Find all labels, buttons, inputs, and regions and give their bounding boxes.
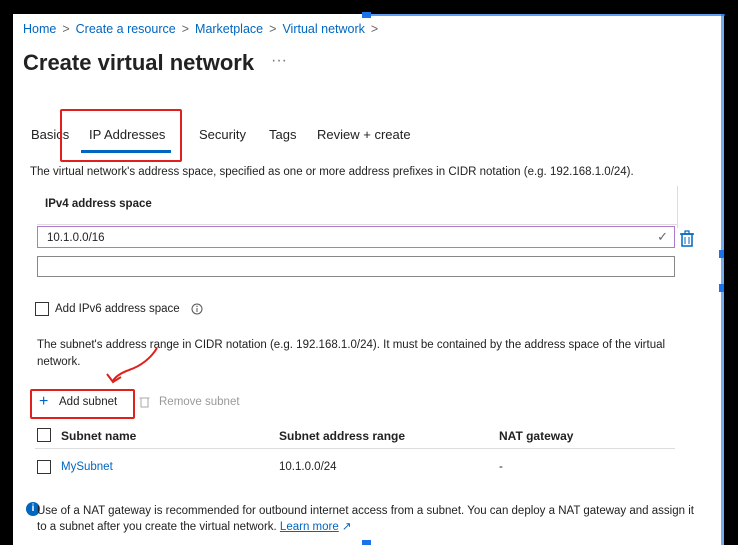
more-options-button[interactable]: ··· [271,52,287,70]
tab-tags[interactable]: Tags [269,127,296,142]
table-divider [677,186,678,228]
table-header-divider [35,448,675,449]
ipv6-label: Add IPv6 address space [55,303,180,315]
breadcrumb: Home > Create a resource > Marketplace > Virtu… [23,22,384,36]
ipv4-address-value: 10.1.0.0/16 [47,232,105,244]
nat-info-text: Use of a NAT gateway is recommended for … [37,505,694,533]
subnet-nat: - [499,461,503,473]
subnet-name-link[interactable]: MySubnet [61,461,113,473]
breadcrumb-sep: > [370,22,379,36]
col-subnet-name: Subnet name [61,429,137,443]
nat-info-note: Use of a NAT gateway is recommended for … [37,503,697,535]
annotation-arrow-icon [106,347,158,384]
create-vnet-page: Home > Create a resource > Marketplace > Virtu… [13,14,724,545]
subnet-range: 10.1.0.0/24 [279,461,337,473]
breadcrumb-marketplace[interactable]: Marketplace [195,22,263,36]
ipv4-table-header: IPv4 address space [37,198,677,225]
info-icon[interactable] [191,303,203,315]
breadcrumb-sep: > [269,22,277,36]
select-all-checkbox[interactable] [37,428,51,442]
ipv4-address-input[interactable]: 10.1.0.0/16 ✓ [37,226,675,248]
breadcrumb-sep: > [62,22,70,36]
external-link-icon: ↗ [338,521,352,533]
page-title: Create virtual network [23,50,255,75]
selection-handle [719,284,724,292]
checkmark-icon: ✓ [657,229,668,244]
breadcrumb-home[interactable]: Home [23,22,56,36]
col-address-range: Subnet address range [279,429,406,443]
add-icon[interactable]: + [39,393,48,411]
breadcrumb-sep: > [181,22,190,36]
learn-more-link[interactable]: Learn more [280,521,339,533]
delete-icon[interactable] [679,230,695,248]
address-space-description: The virtual network's address space, spe… [30,166,634,178]
col-nat-gateway: NAT gateway [499,429,574,443]
annotation-box-tab [60,109,182,162]
tab-security[interactable]: Security [199,127,246,142]
remove-subnet-button[interactable]: Remove subnet [159,396,240,408]
selection-handle [362,540,371,545]
selection-edge [721,14,724,545]
tab-review-create[interactable]: Review + create [317,127,411,142]
trash-icon [139,397,150,408]
add-subnet-button[interactable]: Add subnet [59,396,117,408]
selection-handle [719,250,724,258]
selection-edge [363,14,725,16]
breadcrumb-virtual-network[interactable]: Virtual network [282,22,364,36]
ipv4-header-label: IPv4 address space [45,198,152,210]
breadcrumb-create-resource[interactable]: Create a resource [76,22,176,36]
row-checkbox[interactable] [37,460,51,474]
ipv4-address-input-empty[interactable] [37,256,675,277]
ipv6-checkbox[interactable] [35,302,49,316]
